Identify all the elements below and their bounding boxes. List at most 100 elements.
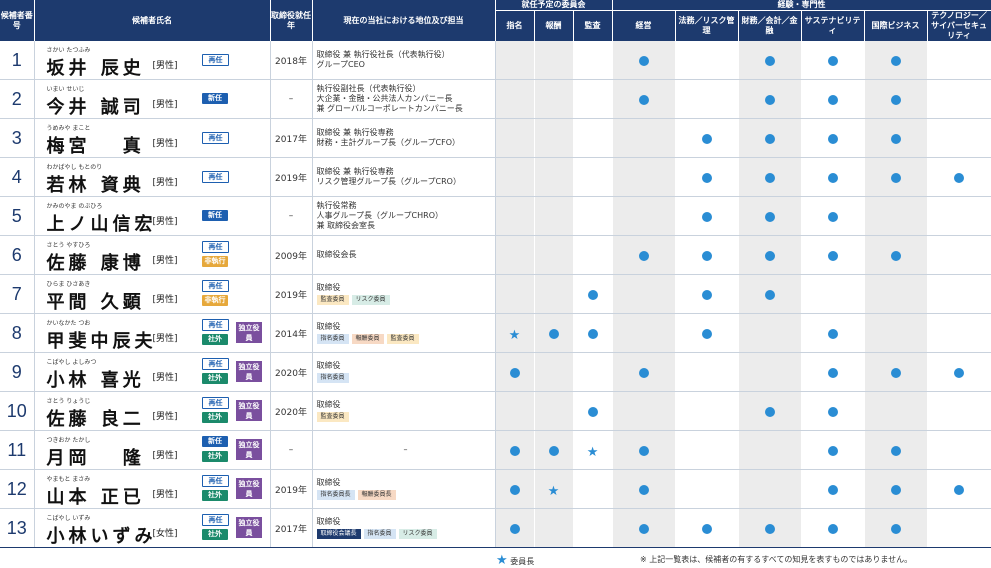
header-committee: 報酬 [534, 10, 574, 41]
candidate-name-cell: さとう やすひろ 佐藤 康博 [男性] [34, 235, 198, 275]
header-expertise: 財務／会計／金融 [738, 10, 802, 41]
expertise-dot [638, 55, 649, 66]
legend-label: 委員長 [510, 557, 535, 566]
gender: [男性] [152, 412, 178, 422]
committee-cell [573, 274, 613, 314]
status-badge: 社外 [202, 451, 228, 462]
appointment-year: 2017年 [270, 118, 313, 158]
committee-tags: 指名委員 報酬委員 監査委員 [316, 332, 495, 344]
committee-cell [573, 352, 613, 392]
position-line: 取締役 兼 執行役専務 [316, 128, 394, 137]
position-line: – [403, 445, 408, 454]
committee-cell [534, 41, 574, 80]
table-row: 2 いまい せいじ 今井 誠司 [男性] 新任 – 執行役副社長（代表執行役） 大企業・金融・… [0, 79, 991, 119]
committee-cell [573, 235, 613, 275]
committee-cell [573, 469, 613, 509]
status-badges: 再任 [198, 157, 271, 197]
status-badge: 社外 [202, 334, 228, 345]
candidate-number: 9 [0, 352, 35, 392]
committee-cell [495, 196, 535, 236]
header-expertise: 国際ビジネス [864, 10, 928, 41]
candidate-name: 若林 資典 [46, 175, 145, 196]
expertise-cell [801, 41, 865, 80]
candidate-name: 上ノ山信宏 [46, 214, 157, 235]
candidate-number: 4 [0, 157, 35, 197]
expertise-cell [864, 196, 928, 236]
expertise-cell [801, 469, 865, 509]
expertise-cell [927, 430, 991, 470]
committee-cell [573, 41, 613, 80]
director-candidates-table: 候補者番号 候補者氏名 取締役就任年 現在の当社における地位及び担当 就任予定の… [0, 0, 991, 548]
name-reading: やまもと まさみ [46, 476, 91, 483]
expertise-dot [638, 94, 649, 105]
position-line: 取締役 [316, 283, 341, 292]
position-cell: 取締役会長 [312, 235, 496, 275]
expertise-dot [764, 211, 775, 222]
candidate-number: 10 [0, 391, 35, 431]
position-line: 財務・主計グループ長（グループCFO） [316, 138, 461, 147]
appointment-year: 2019年 [270, 157, 313, 197]
candidate-name: 佐藤 康博 [46, 253, 145, 274]
expertise-cell [612, 235, 676, 275]
expertise-cell [675, 157, 739, 197]
name-reading: いまい せいじ [46, 86, 85, 93]
expertise-dot [701, 250, 712, 261]
status-badges: 新任 社外 独立役員 [198, 430, 271, 470]
candidate-number: 2 [0, 79, 35, 119]
candidate-name: 平間 久顕 [46, 292, 145, 313]
expertise-dot [890, 55, 901, 66]
header-expertise: テクノロジー／サイバーセキュリティ [927, 10, 991, 41]
candidate-name: 小林いずみ [46, 526, 157, 547]
table-row: 10 さとう りょうじ 佐藤 良二 [男性] 再任 社外 独立役員 2020年 取締役 監査委員 [0, 391, 991, 431]
expertise-cell [675, 469, 739, 509]
committee-tags: 指名委員長 報酬委員長 [316, 488, 495, 500]
candidate-name-cell: こばやし いずみ小林いずみ [女性] [34, 508, 198, 548]
candidate-name: 坂井 辰史 [46, 58, 145, 79]
expertise-cell [927, 196, 991, 236]
independent-badge: 独立役員 [236, 361, 262, 382]
committee-cell: ★ [495, 313, 535, 353]
committee-cell [495, 79, 535, 119]
status-badge: 再任 [202, 54, 229, 66]
candidate-name-cell: やまもと まさみ 山本 正已 [男性] [34, 469, 198, 509]
position-cell: 取締役 指名委員 [312, 352, 496, 392]
expertise-cell [927, 274, 991, 314]
expertise-cell [675, 508, 739, 548]
expertise-cell [612, 196, 676, 236]
table-row: 6 さとう やすひろ 佐藤 康博 [男性] 再任 非執行 2009年 取締役会長 [0, 235, 991, 275]
expertise-cell [738, 508, 802, 548]
expertise-cell [864, 313, 928, 353]
expertise-cell [675, 391, 739, 431]
status-badge: 再任 [202, 280, 229, 292]
committee-dot [548, 328, 559, 339]
expertise-dot [764, 523, 775, 534]
candidate-number: 1 [0, 41, 35, 80]
appointment-year: – [270, 79, 313, 119]
committee-cell [573, 313, 613, 353]
expertise-cell [864, 352, 928, 392]
status-badge: 社外 [202, 529, 228, 540]
expertise-cell [612, 157, 676, 197]
expertise-dot [827, 172, 838, 183]
gender: [女性] [152, 529, 178, 539]
expertise-dot [638, 523, 649, 534]
expertise-dot [638, 250, 649, 261]
position-cell: 取締役 兼 執行役専務 財務・主計グループ長（グループCFO） [312, 118, 496, 158]
committee-cell [573, 157, 613, 197]
candidate-name: 甲斐中辰夫 [46, 331, 157, 352]
position-cell: 執行役常務 人事グループ長（グループCHRO）兼 取締役会室長 [312, 196, 496, 236]
name-reading: かみのやま のぶひろ [46, 203, 103, 210]
committee-cell: ★ [573, 430, 613, 470]
expertise-cell [612, 391, 676, 431]
position-line: 取締役 [316, 322, 341, 331]
committee-tag: 取締役会議長 [316, 529, 361, 539]
committee-cell [495, 118, 535, 158]
table-row: 9 こばやし よしみつ 小林 喜光 [男性] 再任 社外 独立役員 2020年 取締役 指名委員 [0, 352, 991, 392]
candidate-number: 13 [0, 508, 35, 548]
gender: [男性] [152, 490, 178, 500]
expertise-dot [890, 445, 901, 456]
name-reading: こばやし いずみ [46, 515, 91, 522]
committee-cell [495, 157, 535, 197]
committee-dot [548, 445, 559, 456]
committee-cell [495, 508, 535, 548]
